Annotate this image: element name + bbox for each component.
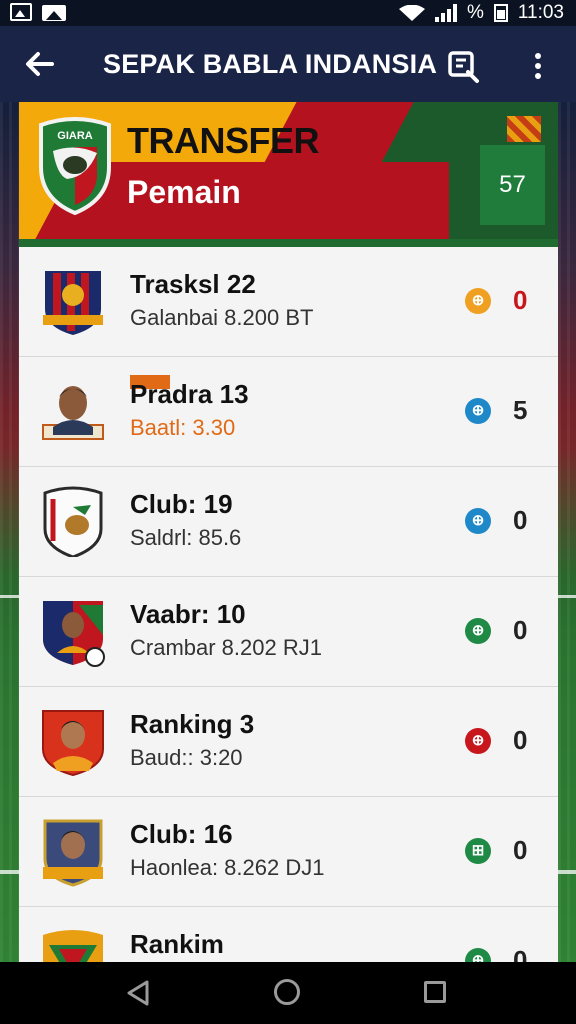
battery-icon bbox=[493, 4, 508, 22]
stat-badge-icon: ⊕ bbox=[465, 948, 491, 962]
app-bar: SEPAK BABLA INDANSIA bbox=[0, 26, 576, 102]
banner-subtitle: Pemain bbox=[127, 174, 241, 210]
stat-badge-icon: ⊕ bbox=[465, 618, 491, 644]
item-value: 0 bbox=[513, 835, 528, 865]
transfer-count: 57 bbox=[480, 145, 545, 225]
item-value: 0 bbox=[513, 615, 528, 645]
nav-back-icon[interactable] bbox=[125, 980, 151, 1006]
club-crest-icon bbox=[43, 930, 103, 962]
player-avatar-icon bbox=[42, 386, 104, 440]
image-notification-icon bbox=[42, 3, 66, 21]
item-name: Club: 19 bbox=[130, 489, 233, 519]
signal-icon bbox=[434, 4, 457, 22]
percent-glyph: % bbox=[466, 2, 484, 23]
item-name: Trasksl 22 bbox=[130, 269, 256, 299]
list-item[interactable]: Trasksl 22 Galanbai 8.200 BT ⊕ 0 bbox=[19, 247, 558, 357]
banner-title: TRANSFER bbox=[127, 120, 320, 161]
stat-badge-icon: ⊕ bbox=[465, 288, 491, 314]
nav-recents-icon[interactable] bbox=[424, 981, 446, 1003]
player-crest-icon bbox=[43, 819, 103, 887]
item-value: 0 bbox=[513, 725, 528, 755]
item-detail: Baatl: 3.30 bbox=[130, 415, 236, 440]
item-name: Rankim bbox=[130, 929, 224, 959]
item-value: 0 bbox=[513, 285, 528, 315]
item-name: Ranking 3 bbox=[130, 709, 255, 739]
list-item[interactable]: Vaabr: 10 Crambar 8.202 RJ1 ⊕ 0 bbox=[19, 577, 558, 687]
wifi-icon bbox=[398, 5, 425, 21]
system-nav-bar bbox=[0, 962, 576, 1024]
player-crest-icon bbox=[42, 710, 104, 777]
crest-text: GIARA bbox=[57, 130, 93, 142]
list-item[interactable]: Club: 16 Haonlea: 8.262 DJ1 ⊞ 0 bbox=[19, 797, 558, 907]
stat-badge-icon: ⊕ bbox=[465, 398, 491, 424]
clock: 11:03 bbox=[517, 2, 564, 23]
item-value: 0 bbox=[513, 945, 528, 962]
club-crest-icon bbox=[43, 271, 103, 335]
nav-home-icon[interactable] bbox=[274, 979, 300, 1005]
player-crest-icon bbox=[43, 601, 105, 667]
list-item[interactable]: Pradra 13 Baatl: 3.30 ⊕ 5 bbox=[19, 357, 558, 467]
item-detail: Crambar 8.202 RJ1 bbox=[130, 635, 322, 660]
item-name: Club: 16 bbox=[130, 819, 233, 849]
stat-badge-icon: ⊕ bbox=[465, 728, 491, 754]
stat-badge-icon: ⊞ bbox=[465, 838, 491, 864]
list-item[interactable]: Rankim ⊕ 0 bbox=[19, 907, 558, 962]
app-title: SEPAK BABLA INDANSIA bbox=[103, 49, 438, 79]
stat-badge-icon: ⊕ bbox=[465, 508, 491, 534]
item-name: Pradra 13 bbox=[130, 379, 249, 409]
club-crest-icon bbox=[43, 486, 103, 557]
item-name: Vaabr: 10 bbox=[130, 599, 246, 629]
more-vert-icon[interactable] bbox=[528, 50, 548, 82]
item-detail: Haonlea: 8.262 DJ1 bbox=[130, 855, 325, 880]
list-item[interactable]: Club: 19 Saldrl: 85.6 ⊕ 0 bbox=[19, 467, 558, 577]
transfer-banner: GIARA TRANSFER Pemain 57 bbox=[19, 102, 558, 247]
item-detail: Galanbai 8.200 BT bbox=[130, 305, 314, 330]
item-detail: Saldrl: 85.6 bbox=[130, 525, 242, 550]
club-crest-icon: GIARA bbox=[39, 117, 111, 215]
transfer-list: Trasksl 22 Galanbai 8.200 BT ⊕ 0 Pradra … bbox=[19, 247, 558, 962]
flag-icon bbox=[507, 116, 541, 142]
gallery-notification-icon bbox=[10, 3, 32, 21]
arrow-left-icon[interactable] bbox=[22, 46, 58, 82]
item-detail: Baud:: 3:20 bbox=[130, 745, 243, 770]
status-bar: % 11:03 bbox=[0, 0, 576, 26]
transfer-panel: GIARA TRANSFER Pemain 57 Trasksl 22 Gala… bbox=[19, 102, 558, 962]
item-value: 5 bbox=[513, 395, 528, 425]
list-item[interactable]: Ranking 3 Baud:: 3:20 ⊕ 0 bbox=[19, 687, 558, 797]
item-value: 0 bbox=[513, 505, 528, 535]
search-icon[interactable] bbox=[446, 48, 482, 84]
